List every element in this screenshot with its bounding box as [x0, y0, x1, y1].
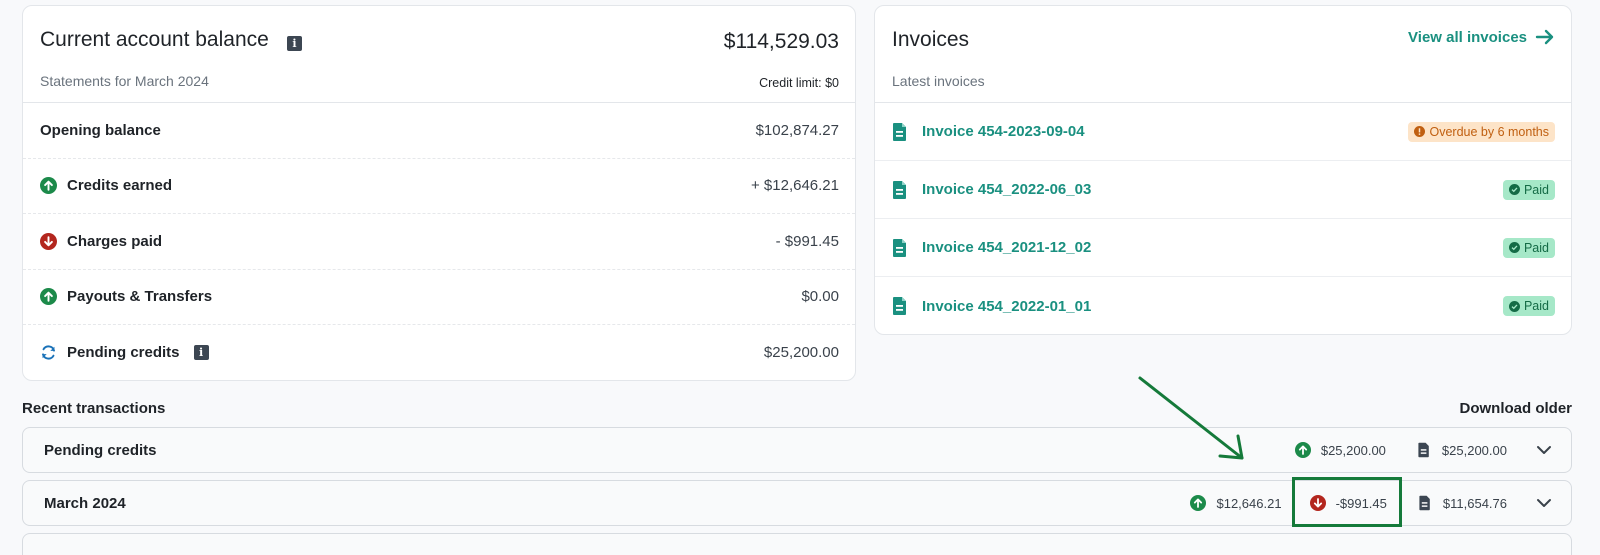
recent-transactions-title: Recent transactions [22, 400, 166, 417]
transaction-group-pending[interactable]: Pending credits $25,200.00 $25,200.00 [22, 427, 1572, 473]
transaction-group-label: March 2024 [44, 494, 126, 512]
refresh-icon [42, 345, 55, 360]
balance-row-opening: Opening balance $102,874.27 [23, 103, 855, 159]
row-label: Pending credits [67, 344, 180, 362]
total-value: $25,200.00 [1441, 442, 1507, 458]
total-value: $11,654.76 [1442, 495, 1507, 511]
status-badge: Paid [1502, 179, 1555, 200]
status-text: Paid [1523, 240, 1549, 255]
row-value: $102,874.27 [755, 121, 839, 139]
view-all-label: View all invoices [1408, 28, 1527, 46]
document-icon [1419, 495, 1430, 511]
transaction-group-next[interactable] [22, 533, 1572, 555]
row-value: - $991.45 [775, 232, 839, 250]
arrow-up-circle-icon [1190, 495, 1207, 511]
credits-stat: $12,646.21 [1190, 495, 1282, 511]
balance-row-payouts: Payouts & Transfers $0.00 [23, 270, 855, 325]
total-stat: $11,654.76 [1417, 495, 1507, 511]
balance-row-credits: Credits earned + $12,646.21 [23, 159, 855, 214]
document-icon [893, 297, 906, 315]
invoice-link[interactable]: Invoice 454-2023-09-04 [922, 123, 1085, 140]
balance-amount: $114,529.03 [723, 30, 839, 53]
check-circle-icon [1508, 242, 1520, 253]
balance-subtitle: Statements for March 2024 [40, 73, 209, 89]
credit-limit: Credit limit: $0 [759, 76, 839, 90]
invoices-card: Invoices Latest invoices View all invoic… [874, 5, 1572, 335]
status-badge: Paid [1502, 296, 1555, 316]
row-label: Charges paid [67, 232, 163, 250]
info-icon[interactable]: i [193, 345, 209, 361]
info-icon[interactable]: i [287, 36, 302, 51]
download-older-button[interactable]: Download older [1460, 400, 1573, 417]
arrow-up-circle-icon [40, 177, 57, 195]
status-badge: Paid [1502, 237, 1555, 258]
transaction-stats: $25,200.00 $25,200.00 [1294, 441, 1553, 459]
arrow-down-circle-icon [40, 232, 57, 250]
status-text: Overdue by 6 months [1429, 124, 1549, 139]
status-text: Paid [1523, 182, 1549, 197]
document-icon [893, 180, 906, 199]
invoice-row[interactable]: Invoice 454_2022-06_03 Paid [875, 161, 1571, 219]
charges-value: -$991.45 [1335, 495, 1387, 511]
row-value: $0.00 [801, 288, 839, 306]
arrow-up-circle-icon [40, 288, 57, 306]
row-value: + $12,646.21 [750, 177, 839, 195]
invoice-row[interactable]: Invoice 454-2023-09-04 Overdue by 6 mont… [875, 103, 1571, 161]
row-label: Payouts & Transfers [67, 288, 213, 306]
balance-header: Current account balance i $114,529.03 St… [23, 6, 855, 103]
view-all-invoices-link[interactable]: View all invoices [1408, 28, 1555, 46]
credits-value: $12,646.21 [1216, 495, 1282, 511]
balance-title: Current account balance [40, 28, 269, 51]
charges-stat: -$991.45 [1309, 495, 1387, 511]
invoice-link[interactable]: Invoice 454_2022-06_03 [922, 181, 1091, 198]
credits-value: $25,200.00 [1320, 442, 1386, 458]
credits-stat: $25,200.00 [1294, 442, 1386, 458]
document-icon [893, 238, 906, 257]
check-circle-icon [1508, 300, 1520, 312]
arrow-down-circle-icon [1309, 495, 1326, 511]
invoices-header: Invoices Latest invoices View all invoic… [875, 6, 1571, 103]
alert-icon [1414, 126, 1426, 137]
row-label: Credits earned [67, 177, 173, 195]
row-label: Opening balance [40, 121, 161, 139]
invoices-title: Invoices [892, 28, 970, 51]
transaction-group-label: Pending credits [44, 441, 157, 459]
status-text: Paid [1523, 299, 1549, 313]
invoice-row[interactable]: Invoice 454_2021-12_02 Paid [875, 219, 1571, 277]
chevron-down-icon[interactable] [1535, 441, 1553, 459]
arrow-right-icon [1535, 29, 1554, 45]
invoice-link[interactable]: Invoice 454_2021-12_02 [922, 239, 1091, 256]
total-stat: $25,200.00 [1416, 442, 1507, 458]
invoices-subtitle: Latest invoices [892, 73, 985, 89]
transaction-group-march[interactable]: March 2024 $12,646.21 -$991.45 $11,654.7… [22, 480, 1572, 526]
balance-row-pending: Pending credits i $25,200.00 [23, 325, 855, 380]
balance-row-charges: Charges paid - $991.45 [23, 214, 855, 270]
document-icon [893, 122, 906, 141]
arrow-up-circle-icon [1294, 442, 1311, 458]
invoice-row[interactable]: Invoice 454_2022-01_01 Paid [875, 277, 1571, 334]
status-badge: Overdue by 6 months [1408, 121, 1555, 142]
transaction-stats: $12,646.21 -$991.45 $11,654.76 [1190, 494, 1553, 512]
balance-card: Current account balance i $114,529.03 St… [22, 5, 856, 381]
chevron-down-icon[interactable] [1535, 494, 1553, 512]
row-value: $25,200.00 [763, 344, 839, 362]
invoice-link[interactable]: Invoice 454_2022-01_01 [922, 298, 1091, 315]
check-circle-icon [1508, 184, 1520, 195]
document-icon [1418, 442, 1429, 458]
